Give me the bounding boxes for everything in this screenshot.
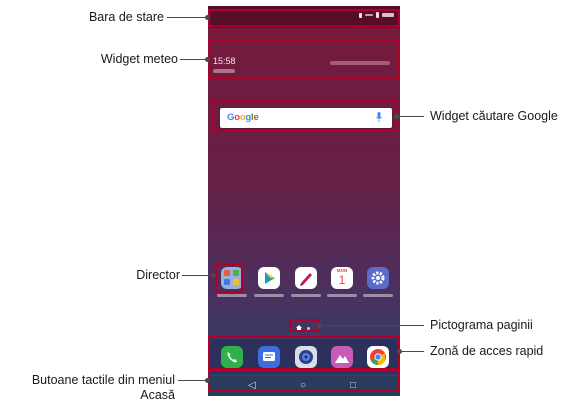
play-store-icon[interactable] [258, 267, 280, 289]
calendar-day: 1 [338, 273, 346, 287]
weather-widget-label: Widget meteo [100, 52, 178, 66]
home-touch-buttons-label-line2: Acasă [140, 388, 175, 402]
quick-access-highlight [208, 336, 400, 370]
app-label [217, 294, 247, 297]
folder-label: Director [136, 268, 180, 282]
page-indicator-highlight [289, 319, 320, 332]
nav-buttons-callout-dot [205, 378, 210, 383]
quick-access-callout-line [400, 351, 424, 352]
settings-icon[interactable] [367, 267, 389, 289]
app-label [291, 294, 321, 297]
status-bar-highlight [208, 9, 400, 27]
google-search-callout-dot [394, 114, 399, 119]
status-bar-callout-line [167, 17, 210, 18]
home-touch-buttons-label-line1: Butoane tactile din meniul [31, 373, 175, 387]
calendar-icon[interactable]: MON 1 [331, 267, 353, 289]
folder-callout-dot [211, 273, 216, 278]
status-bar-label: Bara de stare [88, 10, 164, 24]
google-search-widget-label: Widget căutare Google [430, 109, 558, 123]
page-icon-callout-dot [317, 323, 322, 328]
status-bar-callout-dot [205, 15, 210, 20]
google-search-highlight [211, 100, 397, 131]
google-search-callout-line [397, 116, 424, 117]
page-icon-label: Pictograma paginii [430, 318, 533, 332]
quick-access-label: Zonă de acces rapid [430, 344, 544, 358]
weather-widget-callout-dot [205, 57, 210, 62]
app-label [363, 294, 393, 297]
app-label [327, 294, 357, 297]
app-label [254, 294, 284, 297]
nav-buttons-highlight [208, 370, 400, 392]
weather-widget-highlight [208, 40, 400, 80]
folder-highlight [215, 263, 243, 293]
page-icon-callout-line [320, 325, 424, 326]
qslide-pen-icon[interactable] [295, 267, 317, 289]
quick-access-callout-dot [397, 349, 402, 354]
